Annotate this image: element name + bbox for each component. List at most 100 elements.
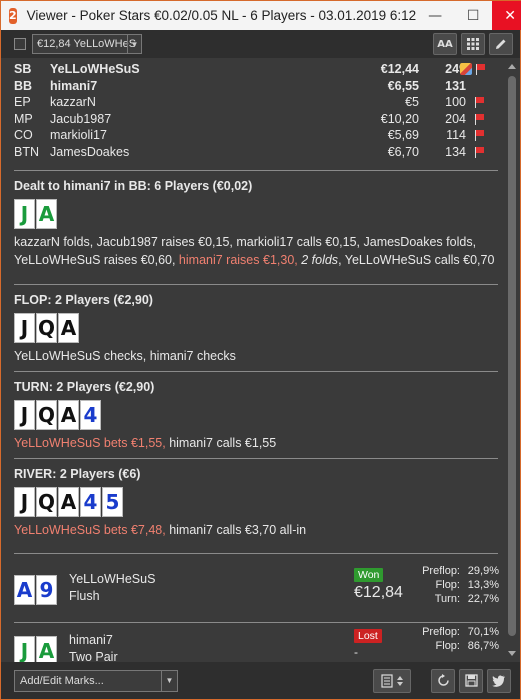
- marks-select[interactable]: Add/Edit Marks... ▼: [14, 669, 178, 692]
- player-stack: €6,55: [387, 78, 419, 93]
- section-title: RIVER: 2 Players (€6): [14, 467, 141, 481]
- chevron-down-icon[interactable]: ▼: [127, 35, 141, 53]
- shown-cards: J A: [14, 636, 57, 662]
- shown-cards: A 9: [14, 575, 57, 605]
- divider: [14, 284, 498, 285]
- note-icon[interactable]: [460, 63, 472, 76]
- hero-action: himani7 calls €3,70 all-in: [169, 523, 307, 537]
- player-hands: 134: [445, 144, 466, 159]
- player-position: EP: [14, 95, 31, 110]
- player-position: MP: [14, 111, 33, 126]
- player-name: YeLLoWHeSuS: [50, 62, 140, 77]
- player-hands: 114: [446, 128, 466, 143]
- player-row[interactable]: EP kazzarN €5 100: [14, 94, 498, 111]
- result-hand: Flush: [69, 589, 100, 603]
- card: A: [58, 313, 79, 343]
- action-line: kazzarN folds, Jacub1987 raises €0,15, m…: [14, 235, 477, 249]
- pencil-icon[interactable]: [489, 33, 513, 55]
- player-stack: €10,20: [380, 111, 419, 126]
- section-title: Dealt to himani7 in BB: 6 Players (€0,02…: [14, 179, 253, 193]
- player-name: JamesDoakes: [50, 144, 130, 159]
- player-name: himani7: [50, 78, 98, 93]
- title-bar: 2 Viewer - Poker Stars €0.02/0.05 NL - 6…: [0, 0, 521, 31]
- action-line: YeLLoWHeSuS checks, himani7 checks: [14, 349, 236, 363]
- stat-label: Flop:: [435, 640, 460, 652]
- action-line: YeLLoWHeSuS raises €0,60, himani7 raises…: [14, 251, 498, 269]
- stat-value: 70,1%: [467, 626, 499, 638]
- player-name: Jacub1987: [50, 111, 112, 126]
- vertical-scrollbar[interactable]: [504, 58, 520, 662]
- window-controls: — ☐ ✕: [416, 0, 521, 31]
- card: J: [14, 199, 35, 229]
- flag-icon[interactable]: [474, 63, 486, 76]
- player-row[interactable]: BTN JamesDoakes €6,70 134: [14, 144, 498, 161]
- stat-label: Preflop:: [422, 565, 460, 577]
- replay-button[interactable]: [431, 668, 455, 693]
- player-row[interactable]: CO markioli17 €5,69 114: [14, 127, 498, 144]
- font-size-button[interactable]: AA: [433, 33, 457, 55]
- select-checkbox[interactable]: [14, 38, 26, 50]
- action-segment: , YeLLoWHeSuS calls €0,70: [338, 253, 495, 267]
- player-name: markioli17: [50, 128, 107, 143]
- section-title: FLOP: 2 Players (€2,90): [14, 293, 153, 307]
- chevron-down-icon[interactable]: ▼: [161, 670, 177, 691]
- divider: [14, 553, 498, 554]
- toolbar: €12,84 YeLLoWHeS ▼ AA: [0, 30, 521, 58]
- divider: [14, 170, 498, 171]
- board-cards: J Q A 4 5: [14, 487, 498, 517]
- player-stack: €5,69: [387, 128, 419, 143]
- card: 5: [102, 487, 123, 517]
- flag-icon[interactable]: [473, 96, 485, 109]
- player-position: BB: [14, 78, 33, 93]
- card: J: [14, 313, 35, 343]
- flag-icon[interactable]: [473, 113, 485, 125]
- result-amount: €12,84: [354, 584, 403, 601]
- scrollbar-thumb[interactable]: [508, 76, 516, 636]
- stat-value: 13,3%: [467, 579, 499, 591]
- player-row[interactable]: MP Jacub1987 €10,20 204: [14, 111, 498, 128]
- notes-button[interactable]: [373, 668, 411, 693]
- player-select[interactable]: €12,84 YeLLoWHeS ▼: [32, 34, 142, 54]
- player-position: SB: [14, 62, 32, 77]
- board-cards: J Q A 4: [14, 400, 498, 430]
- scroll-up-icon[interactable]: [508, 64, 516, 69]
- section-title: TURN: 2 Players (€2,90): [14, 380, 155, 394]
- card: 4: [80, 487, 101, 517]
- player-select-value: €12,84 YeLLoWHeS: [37, 38, 137, 50]
- turn-section: TURN: 2 Players (€2,90) J Q A 4 YeLLoWHe…: [14, 378, 498, 454]
- flop-section: FLOP: 2 Players (€2,90) J Q A YeLLoWHeSu…: [14, 291, 498, 367]
- maximize-button[interactable]: ☐: [454, 1, 492, 31]
- flag-icon[interactable]: [473, 129, 485, 142]
- marks-select-value: Add/Edit Marks...: [20, 674, 104, 687]
- player-row[interactable]: BB himani7 €6,55 131: [14, 78, 498, 95]
- notes-icon: [381, 673, 393, 688]
- player-hands: 100: [445, 95, 466, 110]
- card: A: [36, 636, 57, 662]
- stat-value: 22,7%: [467, 593, 499, 605]
- card: Q: [36, 313, 57, 343]
- board-cards: J Q A: [14, 313, 498, 343]
- card: A: [14, 575, 35, 605]
- river-section: RIVER: 2 Players (€6) J Q A 4 5 YeLLoWHe…: [14, 465, 498, 541]
- minimize-button[interactable]: —: [416, 1, 454, 31]
- player-stack: €6,70: [387, 144, 419, 159]
- hero-action: himani7 raises €1,30,: [178, 253, 302, 267]
- action-segment: YeLLoWHeSuS raises €0,60,: [14, 253, 179, 267]
- result-row[interactable]: J A himani7 Two Pair Lost - Preflop: 70,1…: [14, 623, 499, 662]
- grid-icon[interactable]: [461, 33, 485, 55]
- flag-icon[interactable]: [473, 146, 485, 158]
- card: A: [36, 199, 57, 229]
- card: 9: [36, 575, 57, 605]
- scroll-down-icon[interactable]: [508, 651, 516, 656]
- result-row[interactable]: A 9 YeLLoWHeSuS Flush Won €12,84 Preflop…: [14, 562, 499, 620]
- twitter-button[interactable]: [487, 668, 511, 693]
- player-hands: 204: [445, 111, 466, 126]
- stat-label: Turn:: [434, 593, 460, 605]
- close-button[interactable]: ✕: [492, 0, 521, 31]
- equity-stats: Preflop: 29,9% Flop: 13,3% Turn: 22,7%: [409, 564, 499, 606]
- save-button[interactable]: [459, 668, 483, 693]
- player-row[interactable]: SB YeLLoWHeSuS €12,44 249: [14, 61, 498, 78]
- player-stack: €5: [405, 95, 419, 110]
- result-amount: -: [354, 645, 358, 659]
- divider: [14, 371, 498, 372]
